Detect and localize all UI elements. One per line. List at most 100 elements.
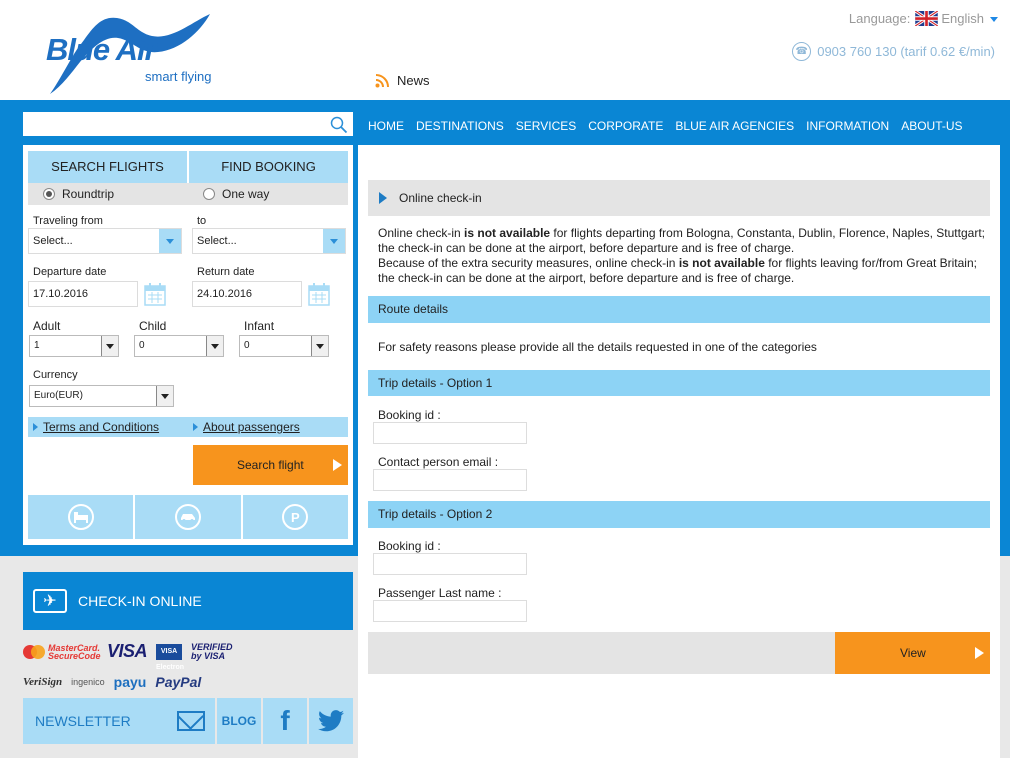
notice-text: Online check-in [378, 226, 465, 240]
plane-icon: ✈ [33, 589, 67, 613]
nav-item-information[interactable]: INFORMATION [800, 119, 895, 133]
booking-id-label: Booking id : [378, 408, 441, 422]
site-header: Blue Air smart flying Language: English … [0, 0, 1010, 100]
rss-icon [375, 74, 389, 88]
adult-value: 1 [34, 340, 40, 351]
calendar-icon[interactable] [144, 282, 166, 306]
child-select[interactable]: 0 [134, 335, 224, 357]
infant-label: Infant [244, 319, 275, 333]
right-gray-strip [1000, 556, 1010, 758]
from-select[interactable]: Select... [28, 228, 182, 254]
payu-logo: payu [113, 674, 147, 690]
roundtrip-radio[interactable]: Roundtrip [43, 187, 114, 201]
nav-item-home[interactable]: HOME [362, 119, 410, 133]
safety-info: For safety reasons please provide all th… [378, 340, 817, 354]
search-flight-button[interactable]: Search flight [193, 445, 348, 485]
radio-selected-icon [43, 188, 55, 200]
nav-item-corporate[interactable]: CORPORATE [582, 119, 669, 133]
phone-contact[interactable]: ☎ 0903 760 130 (tarif 0.62 €/min) [792, 42, 995, 61]
news-link[interactable]: News [375, 73, 430, 88]
one-way-radio[interactable]: One way [203, 187, 269, 201]
departure-date-label: Departure date [33, 266, 107, 278]
chevron-down-icon [990, 17, 998, 22]
payment-logos-row-2: VeriSign ingenico payu PayPal [23, 674, 210, 690]
infant-value: 0 [244, 340, 250, 351]
phone-number: 0903 760 130 (tarif 0.62 €/min) [817, 44, 995, 59]
search-icon[interactable] [330, 116, 348, 134]
parking-icon: P [282, 504, 309, 530]
service-shortcuts: P [28, 495, 348, 539]
hotel-button[interactable] [28, 495, 134, 539]
route-details-header: Route details [368, 296, 990, 323]
car-rental-button[interactable] [135, 495, 241, 539]
blue-air-logo[interactable]: Blue Air smart flying [42, 10, 217, 98]
return-date-input[interactable]: 24.10.2016 [192, 281, 302, 307]
news-label: News [397, 73, 430, 88]
mastercard-logo: MasterCard. SecureCode [23, 643, 101, 660]
play-arrow-icon [975, 647, 984, 659]
booking-id-input-1[interactable] [373, 422, 527, 444]
nav-item-services[interactable]: SERVICES [510, 119, 582, 133]
passenger-last-name-input[interactable] [373, 600, 527, 622]
language-label: Language: [848, 11, 911, 26]
uk-flag-icon [915, 11, 939, 26]
booking-tabs: SEARCH FLIGHTS FIND BOOKING [28, 151, 348, 183]
to-select[interactable]: Select... [192, 228, 346, 254]
arrow-right-icon [193, 423, 198, 431]
booking-id-input-2[interactable] [373, 553, 527, 575]
passengers-link[interactable]: About passengers [193, 420, 300, 434]
option-2-header: Trip details - Option 2 [368, 501, 990, 528]
newsletter-button[interactable]: NEWSLETTER [23, 698, 215, 744]
tab-search-flights[interactable]: SEARCH FLIGHTS [28, 151, 187, 183]
check-in-online-label: CHECK-IN ONLINE [78, 593, 202, 609]
chevron-down-icon [159, 229, 181, 253]
to-select-value: Select... [197, 235, 237, 247]
search-input[interactable] [24, 113, 324, 135]
twitter-icon[interactable] [309, 698, 353, 744]
info-links: Terms and Conditions About passengers [28, 417, 348, 437]
option-1-header: Trip details - Option 1 [368, 370, 990, 396]
infant-select[interactable]: 0 [239, 335, 329, 357]
currency-select[interactable]: Euro(EUR) [29, 385, 174, 407]
facebook-icon[interactable]: f [263, 698, 307, 744]
child-label: Child [139, 319, 167, 333]
phone-icon: ☎ [792, 42, 812, 61]
departure-date-input[interactable]: 17.10.2016 [28, 281, 138, 307]
terms-link-label: Terms and Conditions [43, 420, 160, 434]
visa-electron-logo: VISA Electron [156, 643, 184, 671]
adult-select[interactable]: 1 [29, 335, 119, 357]
tab-find-booking[interactable]: FIND BOOKING [189, 151, 348, 183]
payment-logos-row-1: MasterCard. SecureCode VISA VISA Electro… [23, 641, 240, 671]
contact-email-input[interactable] [373, 469, 527, 491]
check-in-online-button[interactable]: ✈ CHECK-IN ONLINE [23, 572, 353, 630]
envelope-icon [177, 711, 205, 731]
chevron-down-icon [311, 336, 328, 356]
view-button[interactable]: View [835, 632, 990, 674]
blog-button[interactable]: BLOG [217, 698, 261, 744]
page-title: Online check-in [399, 191, 482, 205]
page-title-bar: Online check-in [368, 180, 990, 216]
newsletter-social-bar: NEWSLETTER BLOG f [23, 698, 353, 744]
ingenico-logo: ingenico [71, 677, 105, 687]
roundtrip-label: Roundtrip [62, 187, 115, 201]
trip-type-selector: Roundtrip One way [28, 183, 348, 205]
calendar-icon[interactable] [308, 282, 330, 306]
notice-emphasis: is not available [464, 226, 551, 240]
terms-link[interactable]: Terms and Conditions [33, 420, 159, 434]
newsletter-label: NEWSLETTER [35, 713, 131, 729]
language-selector[interactable]: Language: English [849, 11, 998, 26]
verified-by-visa-logo: VERIFIED by VISA [191, 641, 233, 661]
nav-item-agencies[interactable]: BLUE AIR AGENCIES [669, 119, 800, 133]
booking-panel: SEARCH FLIGHTS FIND BOOKING Roundtrip On… [23, 145, 353, 545]
return-date-label: Return date [197, 266, 255, 278]
chevron-down-icon [206, 336, 223, 356]
site-search [23, 112, 353, 136]
visa-logo: VISA [107, 641, 148, 661]
chevron-down-icon [156, 386, 173, 406]
nav-item-about-us[interactable]: ABOUT-US [895, 119, 968, 133]
play-arrow-icon [333, 459, 342, 471]
to-label: to [197, 215, 207, 227]
parking-button[interactable]: P [242, 495, 348, 539]
from-label: Traveling from [33, 215, 103, 227]
nav-item-destinations[interactable]: DESTINATIONS [410, 119, 510, 133]
